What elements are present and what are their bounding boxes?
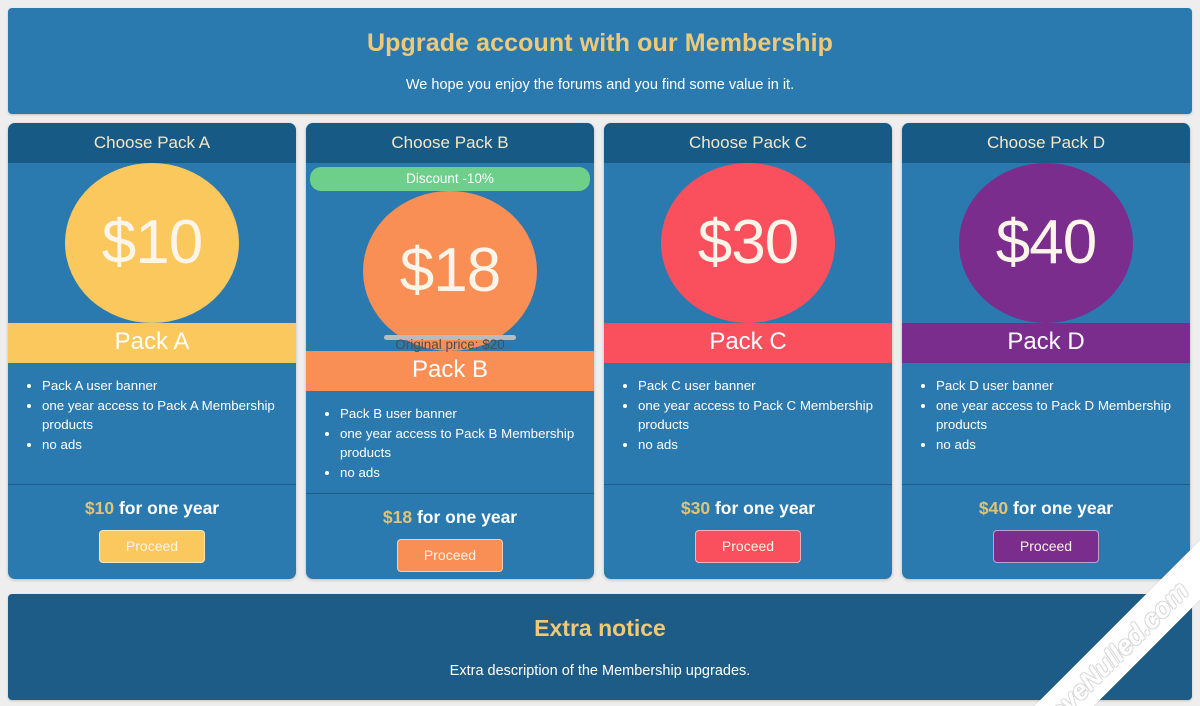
- price-ellipse: $40: [959, 163, 1133, 323]
- price-value: $10: [101, 208, 203, 277]
- pricing-card-pack-a[interactable]: Choose Pack A$10Pack APack A user banner…: [8, 123, 296, 579]
- proceed-button[interactable]: Proceed: [98, 530, 206, 563]
- original-price-badge: Original price: $20: [384, 335, 516, 352]
- pricing-card-pack-d[interactable]: Choose Pack D$40Pack DPack D user banner…: [902, 123, 1190, 579]
- feature-item: Pack B user banner: [340, 404, 576, 423]
- price-ellipse-wrap: $30: [604, 163, 892, 323]
- price-ellipse-wrap: $10: [8, 163, 296, 323]
- price-summary-amount: $18: [382, 507, 413, 528]
- price-summary: $10 for one year: [18, 498, 286, 519]
- feature-list: Pack C user bannerone year access to Pac…: [604, 363, 892, 485]
- notice-title: Extra notice: [534, 615, 666, 641]
- feature-item: Pack C user banner: [638, 376, 874, 395]
- price-summary-suffix: for one year: [1008, 498, 1114, 518]
- price-ellipse-wrap: $18: [306, 191, 594, 351]
- pack-name-band: Pack B: [306, 351, 594, 391]
- price-summary: $40 for one year: [912, 498, 1180, 519]
- feature-item: one year access to Pack C Membership pro…: [638, 396, 874, 435]
- feature-item: no ads: [340, 463, 576, 482]
- price-value: $18: [399, 236, 501, 305]
- feature-item: no ads: [638, 435, 874, 454]
- feature-list: Pack D user bannerone year access to Pac…: [902, 363, 1190, 485]
- pricing-card-pack-b[interactable]: Choose Pack B Discount -10% $18 Original pr…: [306, 123, 594, 579]
- feature-item: Pack D user banner: [936, 376, 1172, 395]
- feature-item: one year access to Pack D Membership pro…: [936, 396, 1172, 435]
- price-summary-suffix: for one year: [710, 498, 816, 518]
- price-value: $30: [697, 208, 799, 277]
- price-summary-amount: $40: [978, 498, 1009, 518]
- card-footer: $40 for one year Proceed: [902, 485, 1190, 579]
- proceed-button[interactable]: Proceed: [396, 539, 504, 573]
- discount-ribbon: Discount -10%: [310, 167, 590, 191]
- page-subtitle: We hope you enjoy the forums and you fin…: [405, 77, 795, 93]
- card-header-title: Choose Pack D: [902, 123, 1190, 163]
- feature-item: Pack A user banner: [42, 376, 278, 395]
- card-header-title: Choose Pack C: [604, 123, 892, 163]
- price-summary-amount: $30: [680, 498, 711, 518]
- card-footer: $30 for one year Proceed: [604, 485, 892, 579]
- extra-notice-banner: Extra notice Extra description of the Me…: [8, 594, 1192, 700]
- feature-item: one year access to Pack A Membership pro…: [42, 396, 278, 435]
- page-title: Upgrade account with our Membership: [366, 29, 834, 57]
- feature-list: Pack B user bannerone year access to Pac…: [306, 391, 594, 495]
- card-footer: $10 for one year Proceed: [8, 485, 296, 579]
- card-header-title: Choose Pack B: [306, 123, 594, 163]
- price-summary-suffix: for one year: [114, 498, 220, 518]
- feature-item: no ads: [42, 435, 278, 454]
- proceed-button[interactable]: Proceed: [992, 530, 1100, 563]
- price-summary: $30 for one year: [614, 498, 882, 519]
- price-summary: $18 for one year: [316, 507, 584, 528]
- proceed-button[interactable]: Proceed: [694, 530, 802, 563]
- pricing-cards-row: Choose Pack A$10Pack APack A user banner…: [8, 123, 1192, 585]
- pack-name-band: Pack C: [604, 323, 892, 363]
- pricing-page: Upgrade account with our Membership We h…: [0, 0, 1200, 706]
- notice-subtitle: Extra description of the Membership upgr…: [449, 663, 751, 679]
- price-summary-amount: $10: [84, 498, 115, 518]
- price-value: $40: [995, 208, 1097, 277]
- price-ellipse: $30: [661, 163, 835, 323]
- price-ellipse: $10: [65, 163, 239, 323]
- price-ellipse: $18: [363, 191, 537, 351]
- card-header-title: Choose Pack A: [8, 123, 296, 163]
- header-banner: Upgrade account with our Membership We h…: [8, 8, 1192, 114]
- feature-item: no ads: [936, 435, 1172, 454]
- pack-name-band: Pack A: [8, 323, 296, 363]
- pricing-card-pack-c[interactable]: Choose Pack C$30Pack CPack C user banner…: [604, 123, 892, 579]
- feature-item: one year access to Pack B Membership pro…: [340, 424, 576, 463]
- pack-name-band: Pack D: [902, 323, 1190, 363]
- feature-list: Pack A user bannerone year access to Pac…: [8, 363, 296, 485]
- card-footer: $18 for one year Proceed: [306, 494, 594, 579]
- price-ellipse-wrap: $40: [902, 163, 1190, 323]
- price-summary-suffix: for one year: [412, 507, 518, 528]
